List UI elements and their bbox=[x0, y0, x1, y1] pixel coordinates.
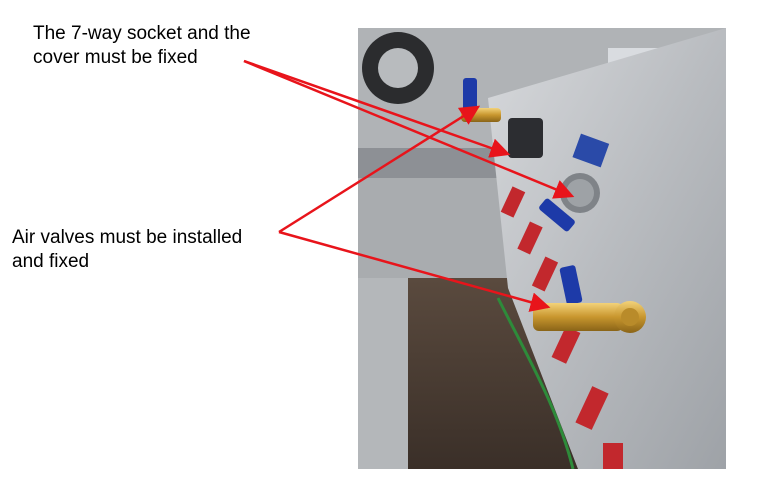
valves-annotation-label: Air valves must be installed and fixed bbox=[12, 227, 243, 272]
trailer-valve-photo bbox=[358, 28, 726, 469]
socket-annotation-label: The 7-way socket and the cover must be f… bbox=[33, 23, 251, 68]
